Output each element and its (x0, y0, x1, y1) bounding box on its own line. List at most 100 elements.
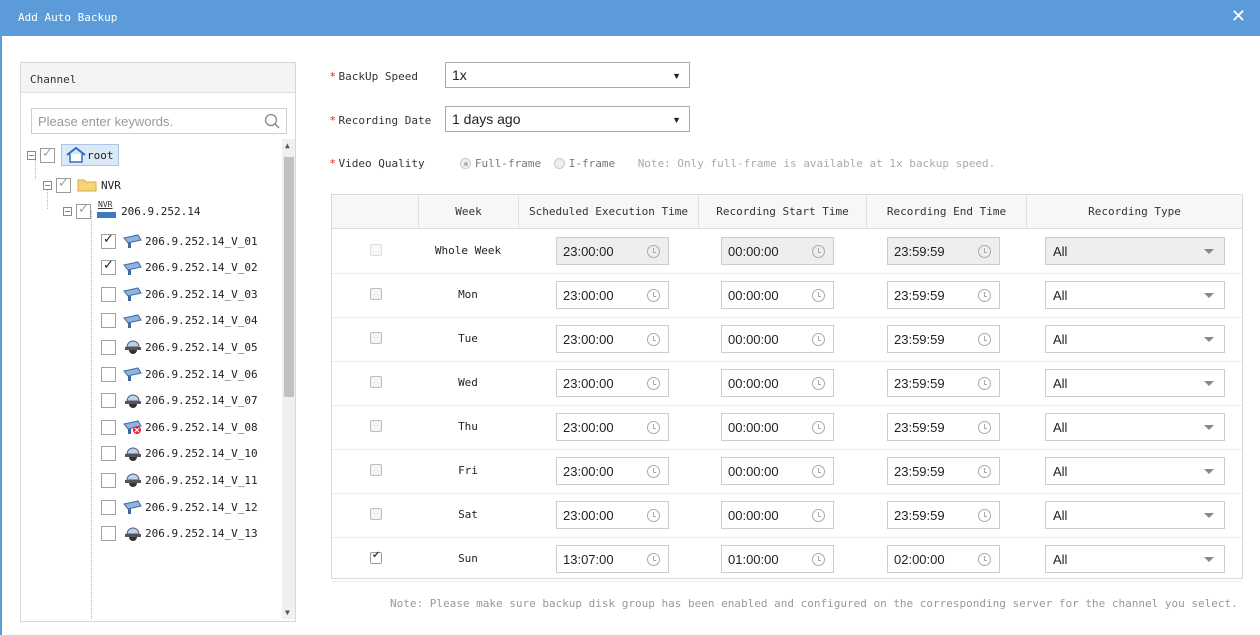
end-time-input[interactable]: 23:59:59 (887, 281, 1000, 309)
tree-node-channel[interactable]: ✓ 206.9.252.14_V_01 (101, 231, 258, 251)
clock-icon[interactable] (812, 289, 825, 302)
channel-checkbox[interactable] (101, 286, 116, 302)
tree-root-item[interactable]: root (61, 144, 119, 166)
row-checkbox[interactable] (370, 464, 382, 476)
tree-node-channel[interactable]: 206.9.252.14_V_12 (101, 497, 258, 517)
backup-speed-select[interactable]: 1x ▼ (445, 62, 690, 88)
row-checkbox[interactable] (370, 550, 382, 564)
end-time-input[interactable]: 02:00:00 (887, 545, 1000, 573)
exec-time-input[interactable]: 23:00:00 (556, 281, 669, 309)
recording-type-select[interactable]: All (1045, 545, 1225, 573)
tree-node-device[interactable]: − ✓ NVR 206.9.252.14 (63, 200, 200, 221)
start-time-input[interactable]: 00:00:00 (721, 369, 834, 397)
tree-node-channel[interactable]: 206.9.252.14_V_11 (101, 470, 258, 490)
exec-time-input[interactable]: 23:00:00 (556, 501, 669, 529)
channel-checkbox[interactable] (101, 472, 116, 488)
exec-time-input[interactable]: 23:00:00 (556, 325, 669, 353)
end-time-input[interactable]: 23:59:59 (887, 413, 1000, 441)
tree-checkbox[interactable]: ✓ (56, 176, 71, 193)
start-time-input[interactable]: 00:00:00 (721, 457, 834, 485)
recording-type-select[interactable]: All (1045, 501, 1225, 529)
collapse-toggle[interactable]: − (63, 206, 72, 216)
clock-icon[interactable] (978, 377, 991, 390)
recording-type-select[interactable]: All (1045, 369, 1225, 397)
tree-node-channel[interactable]: 206.9.252.14_V_05 (101, 337, 258, 357)
clock-icon[interactable] (812, 509, 825, 522)
scroll-down-icon[interactable]: ▼ (285, 608, 290, 617)
clock-icon[interactable] (978, 421, 991, 434)
row-checkbox[interactable] (370, 420, 382, 432)
clock-icon[interactable] (647, 509, 660, 522)
tree-node-channel[interactable]: 206.9.252.14_V_03 (101, 284, 258, 304)
end-time-input[interactable]: 23:59:59 (887, 369, 1000, 397)
clock-icon[interactable] (812, 553, 825, 566)
tree-node-channel[interactable]: 206.9.252.14_V_06 (101, 364, 258, 384)
clock-icon[interactable] (647, 465, 660, 478)
clock-icon[interactable] (812, 465, 825, 478)
collapse-toggle[interactable]: − (27, 150, 36, 160)
row-checkbox[interactable] (370, 376, 382, 388)
channel-checkbox[interactable] (101, 339, 116, 355)
clock-icon[interactable] (647, 333, 660, 346)
tree-checkbox[interactable]: ✓ (40, 146, 55, 163)
start-time-input[interactable]: 00:00:00 (721, 281, 834, 309)
scroll-up-icon[interactable]: ▲ (285, 141, 290, 150)
clock-icon[interactable] (812, 245, 825, 258)
collapse-toggle[interactable]: − (43, 180, 52, 190)
recording-type-select[interactable]: All (1045, 413, 1225, 441)
exec-time-input[interactable]: 13:07:00 (556, 545, 669, 573)
end-time-input[interactable]: 23:59:59 (887, 501, 1000, 529)
start-time-input[interactable]: 00:00:00 (721, 413, 834, 441)
clock-icon[interactable] (978, 509, 991, 522)
row-checkbox[interactable] (370, 508, 382, 520)
channel-checkbox[interactable] (101, 499, 116, 515)
recording-type-select[interactable]: All (1045, 281, 1225, 309)
tree-scrollbar[interactable]: ▲ ▼ (282, 139, 295, 619)
row-checkbox[interactable] (370, 332, 382, 344)
row-checkbox[interactable] (370, 288, 382, 300)
clock-icon[interactable] (647, 289, 660, 302)
channel-checkbox[interactable] (101, 526, 116, 542)
channel-checkbox[interactable] (101, 446, 116, 462)
tree-node-channel[interactable]: 206.9.252.14_V_13 (101, 524, 258, 544)
clock-icon[interactable] (647, 377, 660, 390)
tree-node-root[interactable]: − ✓ root (27, 144, 119, 166)
clock-icon[interactable] (978, 465, 991, 478)
tree-node-nvr[interactable]: − ✓ NVR (43, 175, 121, 195)
clock-icon[interactable] (647, 421, 660, 434)
recording-date-select[interactable]: 1 days ago ▼ (445, 106, 690, 132)
channel-checkbox[interactable] (101, 393, 116, 409)
clock-icon[interactable] (978, 333, 991, 346)
start-time-input[interactable]: 00:00:00 (721, 325, 834, 353)
end-time-input[interactable]: 23:59:59 (887, 457, 1000, 485)
recording-type-select[interactable]: All (1045, 325, 1225, 353)
start-time-input[interactable]: 01:00:00 (721, 545, 834, 573)
tree-node-channel[interactable]: 206.9.252.14_V_10 (101, 444, 258, 464)
clock-icon[interactable] (647, 245, 660, 258)
tree-node-channel[interactable]: ✓ 206.9.252.14_V_02 (101, 258, 258, 278)
radio-full-frame[interactable] (459, 158, 471, 169)
channel-search[interactable] (31, 108, 287, 134)
exec-time-input[interactable]: 23:00:00 (556, 413, 669, 441)
channel-checkbox[interactable]: ✓ (101, 258, 116, 276)
end-time-input[interactable]: 23:59:59 (887, 325, 1000, 353)
recording-type-select[interactable]: All (1045, 457, 1225, 485)
exec-time-input[interactable]: 23:00:00 (556, 457, 669, 485)
channel-checkbox[interactable] (101, 419, 116, 435)
clock-icon[interactable] (978, 553, 991, 566)
close-icon[interactable]: ✕ (1231, 8, 1246, 26)
tree-checkbox[interactable]: ✓ (76, 202, 91, 219)
clock-icon[interactable] (978, 289, 991, 302)
channel-checkbox[interactable]: ✓ (101, 232, 116, 249)
clock-icon[interactable] (978, 245, 991, 258)
channel-search-input[interactable] (32, 109, 252, 133)
clock-icon[interactable] (647, 553, 660, 566)
search-icon[interactable] (264, 113, 280, 132)
tree-node-channel[interactable]: 206.9.252.14_V_07 (101, 391, 258, 411)
tree-node-channel[interactable]: 206.9.252.14_V_08 (101, 417, 258, 437)
radio-i-frame[interactable] (553, 158, 565, 169)
tree-node-channel[interactable]: 206.9.252.14_V_04 (101, 311, 258, 331)
clock-icon[interactable] (812, 421, 825, 434)
clock-icon[interactable] (812, 377, 825, 390)
clock-icon[interactable] (812, 333, 825, 346)
